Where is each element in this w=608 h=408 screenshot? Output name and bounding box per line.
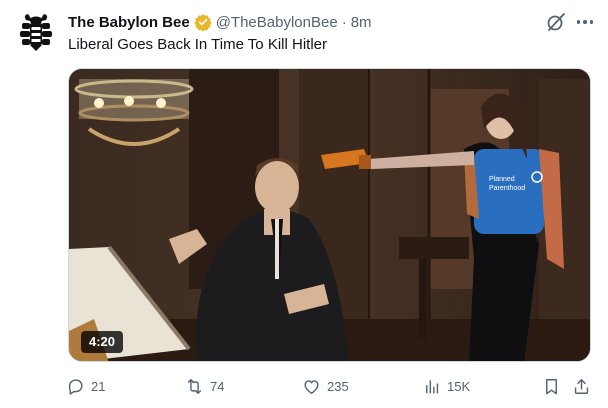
avatar[interactable]: [16, 12, 56, 52]
like-button[interactable]: 235: [302, 372, 349, 400]
shirt-text-line-2: Parenthood: [489, 185, 525, 192]
repost-count: 74: [210, 378, 225, 394]
tweet-header: The Babylon Bee @TheBabylonBee · 8m: [68, 12, 372, 32]
action-bar: 21 74 235 15K: [62, 372, 598, 400]
verified-badge-icon[interactable]: [194, 13, 212, 32]
grok-icon[interactable]: [545, 11, 567, 33]
like-icon: [304, 379, 319, 394]
shirt-text-line-1: Planned: [489, 176, 515, 183]
repost-icon: [187, 378, 202, 394]
video-player[interactable]: Planned Parenthood 4:20: [68, 68, 591, 362]
video-duration: 4:20: [81, 331, 124, 353]
separator-dot: ·: [341, 13, 347, 31]
video-thumbnail: Planned Parenthood: [69, 69, 590, 361]
author-handle[interactable]: @TheBabylonBee: [216, 14, 338, 31]
like-count: 235: [327, 378, 349, 394]
bookmark-icon: [546, 378, 557, 394]
share-button[interactable]: [572, 372, 591, 400]
tweet-text: Liberal Goes Back In Time To Kill Hitler: [68, 36, 327, 53]
reply-icon: [68, 378, 83, 395]
reply-button[interactable]: 21: [66, 372, 105, 400]
more-icon[interactable]: [572, 12, 598, 32]
post-time[interactable]: 8m: [351, 14, 372, 31]
repost-button[interactable]: 74: [185, 372, 224, 400]
views-button[interactable]: 15K: [422, 372, 470, 400]
reply-count: 21: [91, 378, 106, 394]
share-icon: [574, 378, 589, 394]
author-name[interactable]: The Babylon Bee: [68, 14, 190, 31]
views-icon: [426, 379, 439, 394]
views-count: 15K: [447, 378, 471, 394]
babylon-bee-logo: [20, 14, 52, 51]
bookmark-button[interactable]: [542, 372, 561, 400]
